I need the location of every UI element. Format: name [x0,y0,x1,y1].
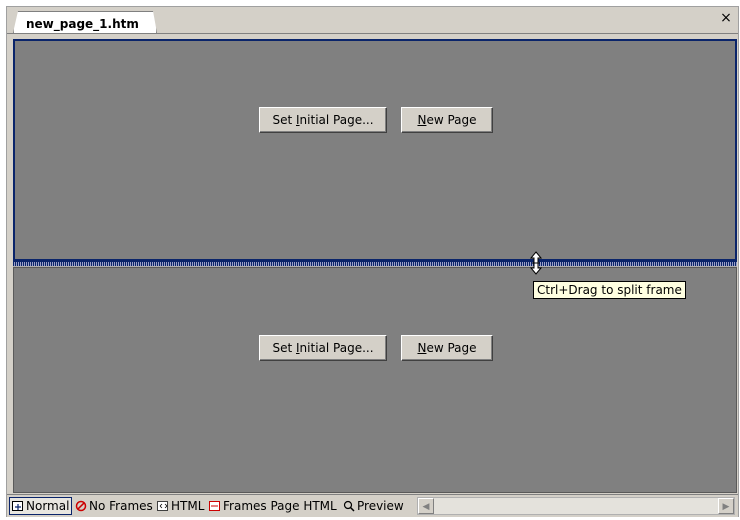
set-initial-page-button[interactable]: Set Initial Page... [259,107,387,133]
button-label: ew Page [426,341,477,355]
split-frame-tooltip: Ctrl+Drag to split frame [533,281,686,299]
document-tab[interactable]: new_page_1.htm [13,11,157,33]
view-tab-normal[interactable]: Normal [9,497,73,515]
set-initial-page-button[interactable]: Set Initial Page... [259,335,387,361]
document-tab-strip: new_page_1.htm × [7,7,738,34]
view-tab-label: Normal [26,499,70,513]
button-label: ew Page [426,113,477,127]
view-tab-label: No Frames [89,499,153,513]
new-page-button[interactable]: New Page [401,335,493,361]
button-label: Set [272,113,296,127]
frames-page-html-icon [209,501,220,511]
view-tab-label: HTML [171,499,205,513]
view-tab-frames-page-html[interactable]: Frames Page HTML [207,497,339,515]
new-page-button[interactable]: New Page [401,107,493,133]
button-label: nitial Page... [299,341,374,355]
close-icon[interactable]: × [718,10,734,26]
view-tab-no-frames[interactable]: No Frames [73,497,155,515]
button-label: nitial Page... [299,113,374,127]
no-frames-icon [75,500,87,512]
editor-window: new_page_1.htm × Set Initial Page... New… [6,6,739,517]
frame-top[interactable]: Set Initial Page... New Page [13,39,737,261]
frame-bottom[interactable]: Set Initial Page... New Page [13,267,737,493]
view-tab-preview[interactable]: Preview [341,497,406,515]
button-label: Set [272,341,296,355]
view-mode-bar: Normal No Frames HTML Frames Page HTML P… [7,494,738,517]
horizontal-scrollbar[interactable]: ◀ ▶ [417,497,735,515]
view-tab-label: Preview [357,499,404,513]
document-tab-title: new_page_1.htm [26,17,139,31]
scroll-left-icon[interactable]: ◀ [418,498,434,514]
normal-view-icon [12,501,23,511]
resize-cursor-icon [529,251,543,275]
html-view-icon [157,501,168,511]
preview-icon [343,500,355,512]
view-tab-html[interactable]: HTML [155,497,206,515]
scroll-right-icon[interactable]: ▶ [718,498,734,514]
view-tab-label: Frames Page HTML [223,499,337,513]
